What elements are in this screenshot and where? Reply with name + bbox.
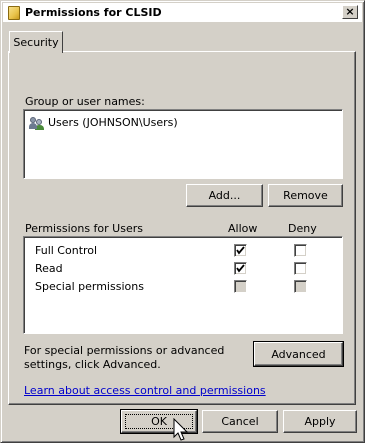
permission-name: Special permissions: [35, 280, 144, 293]
remove-button[interactable]: Remove: [268, 184, 343, 207]
advanced-button[interactable]: Advanced: [253, 341, 344, 367]
mouse-cursor-icon: [173, 418, 189, 441]
allow-read-checkbox[interactable]: [234, 262, 247, 275]
advanced-button-label: Advanced: [271, 347, 326, 361]
deny-special-checkbox: [294, 280, 307, 293]
cancel-button-label: Cancel: [221, 415, 259, 428]
permission-name: Full Control: [35, 244, 98, 257]
close-icon: ×: [345, 5, 355, 18]
remove-button-label: Remove: [283, 189, 328, 202]
permissions-for-label: Permissions for Users: [25, 222, 143, 235]
apply-button-label: Apply: [304, 415, 336, 428]
permission-row-read: Read: [24, 260, 342, 278]
deny-header: Deny: [288, 222, 317, 235]
group-names-label: Group or user names:: [25, 95, 145, 108]
list-item[interactable]: Users (JOHNSON\Users): [29, 114, 178, 131]
advanced-description: For special permissions or advanced sett…: [24, 344, 225, 371]
folder-icon: [8, 5, 20, 20]
help-link[interactable]: Learn about access control and permissio…: [24, 384, 266, 397]
deny-full-control-checkbox[interactable]: [294, 244, 307, 257]
permission-name: Read: [35, 262, 63, 275]
title-bar[interactable]: Permissions for CLSID ×: [3, 3, 362, 22]
tab-security[interactable]: Security: [9, 31, 63, 53]
group-user-list[interactable]: Users (JOHNSON\Users): [23, 109, 343, 179]
window-title: Permissions for CLSID: [25, 6, 162, 19]
close-button[interactable]: ×: [342, 5, 358, 19]
check-icon: [236, 264, 245, 273]
allow-header: Allow: [228, 222, 258, 235]
add-button[interactable]: Add...: [186, 184, 263, 207]
tab-security-label: Security: [13, 36, 59, 49]
allow-full-control-checkbox[interactable]: [234, 244, 247, 257]
cancel-button[interactable]: Cancel: [202, 410, 278, 433]
apply-button[interactable]: Apply: [283, 410, 357, 433]
check-icon: [236, 246, 245, 255]
list-item-label: Users (JOHNSON\Users): [48, 116, 178, 129]
permission-row-special: Special permissions: [24, 278, 342, 296]
permissions-list: Full Control Read Special permissions: [23, 236, 343, 334]
add-button-label: Add...: [208, 189, 241, 202]
permission-row-full-control: Full Control: [24, 242, 342, 260]
users-group-icon: [29, 116, 45, 130]
allow-special-checkbox: [234, 280, 247, 293]
deny-read-checkbox[interactable]: [294, 262, 307, 275]
permissions-dialog: Permissions for CLSID × Security Group o…: [0, 0, 365, 443]
